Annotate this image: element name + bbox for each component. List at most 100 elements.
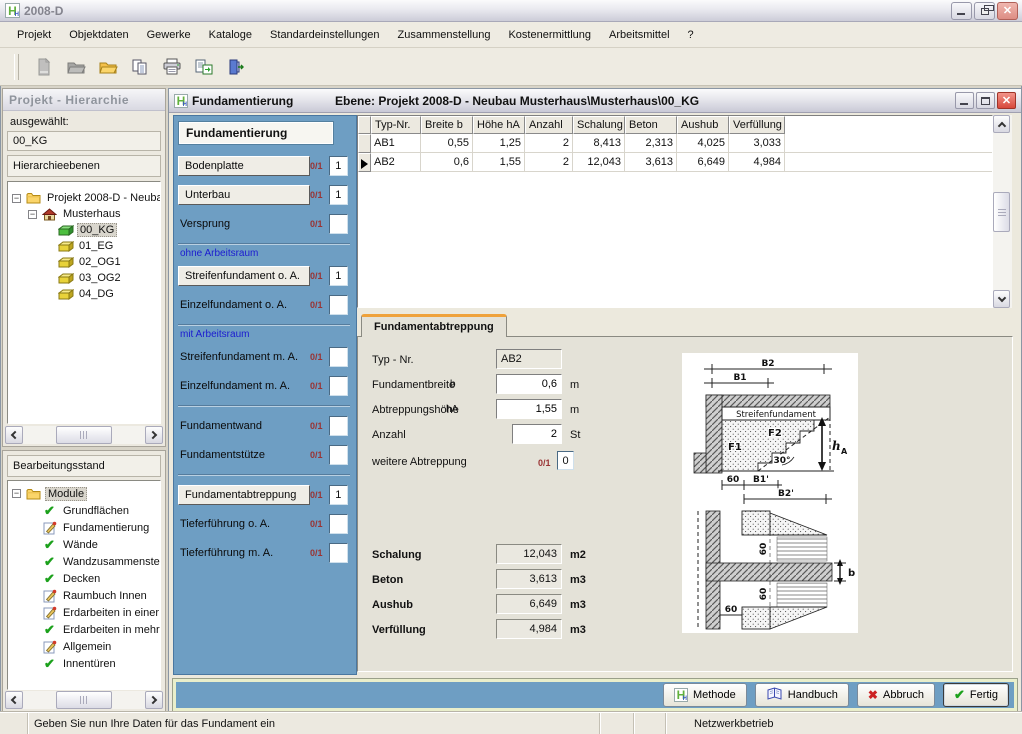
minimize-button[interactable] <box>955 92 974 109</box>
abbruch-button[interactable]: ✖Abbruch <box>857 683 935 707</box>
table-cell[interactable]: 0,6 <box>421 153 473 172</box>
item-count-box[interactable] <box>329 214 348 234</box>
sidebar-item-label[interactable]: Fundamentstütze <box>178 449 310 461</box>
print-icon[interactable] <box>159 54 185 80</box>
tree-item-erdarbeiten-in-einer[interactable]: Erdarbeiten in einer <box>8 604 160 621</box>
export-icon[interactable] <box>191 54 217 80</box>
tab-fundamentabtreppung[interactable]: Fundamentabtreppung <box>361 314 507 337</box>
table-cell[interactable]: 12,043 <box>573 153 625 172</box>
methode-button[interactable]: HHMethode <box>663 683 747 707</box>
sidebar-item-label[interactable]: Fundamentwand <box>178 420 310 432</box>
minimize-button[interactable] <box>951 2 972 20</box>
menu-item-gewerke[interactable]: Gewerke <box>138 26 200 44</box>
sidebar-item-button[interactable]: Streifenfundament o. A. <box>178 266 310 286</box>
menu-item-arbeitsmittel[interactable]: Arbeitsmittel <box>600 26 679 44</box>
item-count-box[interactable]: 1 <box>329 485 348 505</box>
table-cell[interactable]: 3,613 <box>625 153 677 172</box>
sidebar-item-label[interactable]: Tieferführung o. A. <box>178 518 310 530</box>
menu-item-projekt[interactable]: Projekt <box>8 26 60 44</box>
sidebar-item-label[interactable]: Tieferführung m. A. <box>178 547 310 559</box>
sidebar-item-button[interactable]: Unterbau <box>178 185 310 205</box>
anzahl-input[interactable] <box>512 424 562 444</box>
table-cell[interactable]: 1,55 <box>473 153 525 172</box>
menu-item-item[interactable]: ? <box>679 26 703 44</box>
fundamentbreite-input[interactable] <box>496 374 562 394</box>
table-cell[interactable]: 1,25 <box>473 134 525 153</box>
collapse-icon[interactable]: − <box>28 210 37 219</box>
tree-item-decken[interactable]: ✔Decken <box>8 570 160 587</box>
menu-item-standardeinstellungen[interactable]: Standardeinstellungen <box>261 26 388 44</box>
item-count-box[interactable] <box>329 376 348 396</box>
menu-item-objektdaten[interactable]: Objektdaten <box>60 26 137 44</box>
scroll-left-button[interactable] <box>5 691 23 709</box>
menu-item-kataloge[interactable]: Kataloge <box>200 26 261 44</box>
tree-item-erdarbeiten-in-mehre[interactable]: ✔Erdarbeiten in mehre <box>8 621 160 638</box>
sidebar-item-button[interactable]: Fundamentabtreppung <box>178 485 310 505</box>
table-cell[interactable]: 8,413 <box>573 134 625 153</box>
table-cell[interactable]: 3,033 <box>729 134 785 153</box>
hierarchy-hscrollbar[interactable] <box>5 426 163 444</box>
scroll-right-button[interactable] <box>145 426 163 444</box>
table-cell[interactable]: 4,025 <box>677 134 729 153</box>
tree-item-wandzusammenste[interactable]: ✔Wandzusammenste <box>8 553 160 570</box>
item-count-box[interactable]: 1 <box>329 266 348 286</box>
menu-item-kostenermittlung[interactable]: Kostenermittlung <box>499 26 600 44</box>
table-row[interactable]: AB10,551,2528,4132,3134,0253,033 <box>358 134 992 153</box>
table-cell[interactable]: 6,649 <box>677 153 729 172</box>
table-cell[interactable]: 2,313 <box>625 134 677 153</box>
scroll-up-button[interactable] <box>993 115 1010 133</box>
restore-button[interactable] <box>974 2 995 20</box>
item-count-box[interactable] <box>329 445 348 465</box>
sidebar-item-label[interactable]: Versprung <box>178 218 310 230</box>
menu-item-zusammenstellung[interactable]: Zusammenstellung <box>389 26 500 44</box>
table-cell[interactable]: AB1 <box>371 134 421 153</box>
tree-item-allgemein[interactable]: Allgemein <box>8 638 160 655</box>
scroll-down-button[interactable] <box>993 290 1010 308</box>
tree-item-w-nde[interactable]: ✔Wände <box>8 536 160 553</box>
tree-item-module[interactable]: −Module <box>8 485 160 502</box>
folder-icon[interactable] <box>95 54 121 80</box>
current-row-indicator[interactable] <box>358 153 371 172</box>
maximize-button[interactable] <box>976 92 995 109</box>
sidebar-item-label[interactable]: Streifenfundament m. A. <box>178 351 310 363</box>
row-selector[interactable] <box>358 134 371 153</box>
abtreppungshoehe-input[interactable] <box>496 399 562 419</box>
scrollbar-thumb[interactable] <box>993 192 1010 232</box>
weitere-count-box[interactable]: 0 <box>557 451 574 470</box>
table-cell[interactable]: 2 <box>525 134 573 153</box>
scrollbar-thumb[interactable] <box>56 691 112 709</box>
item-count-box[interactable]: 1 <box>329 185 348 205</box>
copy-icon[interactable] <box>127 54 153 80</box>
collapse-icon[interactable]: − <box>12 194 21 203</box>
scroll-left-button[interactable] <box>5 426 23 444</box>
item-count-box[interactable] <box>329 514 348 534</box>
tree-item-musterhaus[interactable]: −Musterhaus <box>8 206 160 222</box>
close-button[interactable]: ✕ <box>997 92 1016 109</box>
tree-item-00-kg[interactable]: 00_KG <box>8 222 160 238</box>
tree-item-fundamentierung[interactable]: Fundamentierung <box>8 519 160 536</box>
item-count-box[interactable] <box>329 347 348 367</box>
tree-item-raumbuch-innen[interactable]: Raumbuch Innen <box>8 587 160 604</box>
sidebar-item-label[interactable]: Einzelfundament o. A. <box>178 299 310 311</box>
fertig-button[interactable]: ✔Fertig <box>943 683 1009 707</box>
table-cell[interactable]: 2 <box>525 153 573 172</box>
item-count-box[interactable] <box>329 543 348 563</box>
exit-icon[interactable] <box>223 54 249 80</box>
sidebar-item-label[interactable]: Einzelfundament m. A. <box>178 380 310 392</box>
item-count-box[interactable] <box>329 416 348 436</box>
tree-item-04-dg[interactable]: 04_DG <box>8 286 160 302</box>
tree-item-innent-ren[interactable]: ✔Innentüren <box>8 655 160 672</box>
table-cell[interactable]: 0,55 <box>421 134 473 153</box>
sidebar-item-button[interactable]: Bodenplatte <box>178 156 310 176</box>
scroll-right-button[interactable] <box>145 691 163 709</box>
progress-hscrollbar[interactable] <box>5 691 163 709</box>
table-vscrollbar[interactable] <box>993 115 1012 308</box>
handbuch-button[interactable]: Handbuch <box>755 683 849 707</box>
item-count-box[interactable] <box>329 295 348 315</box>
table-cell[interactable]: AB2 <box>371 153 421 172</box>
table-cell[interactable]: 4,984 <box>729 153 785 172</box>
scrollbar-thumb[interactable] <box>56 426 112 444</box>
tree-item-grundfl-chen[interactable]: ✔Grundflächen <box>8 502 160 519</box>
tree-item-01-eg[interactable]: 01_EG <box>8 238 160 254</box>
tree-item-projekt-2008-d-neubau[interactable]: −Projekt 2008-D - Neubau <box>8 190 160 206</box>
